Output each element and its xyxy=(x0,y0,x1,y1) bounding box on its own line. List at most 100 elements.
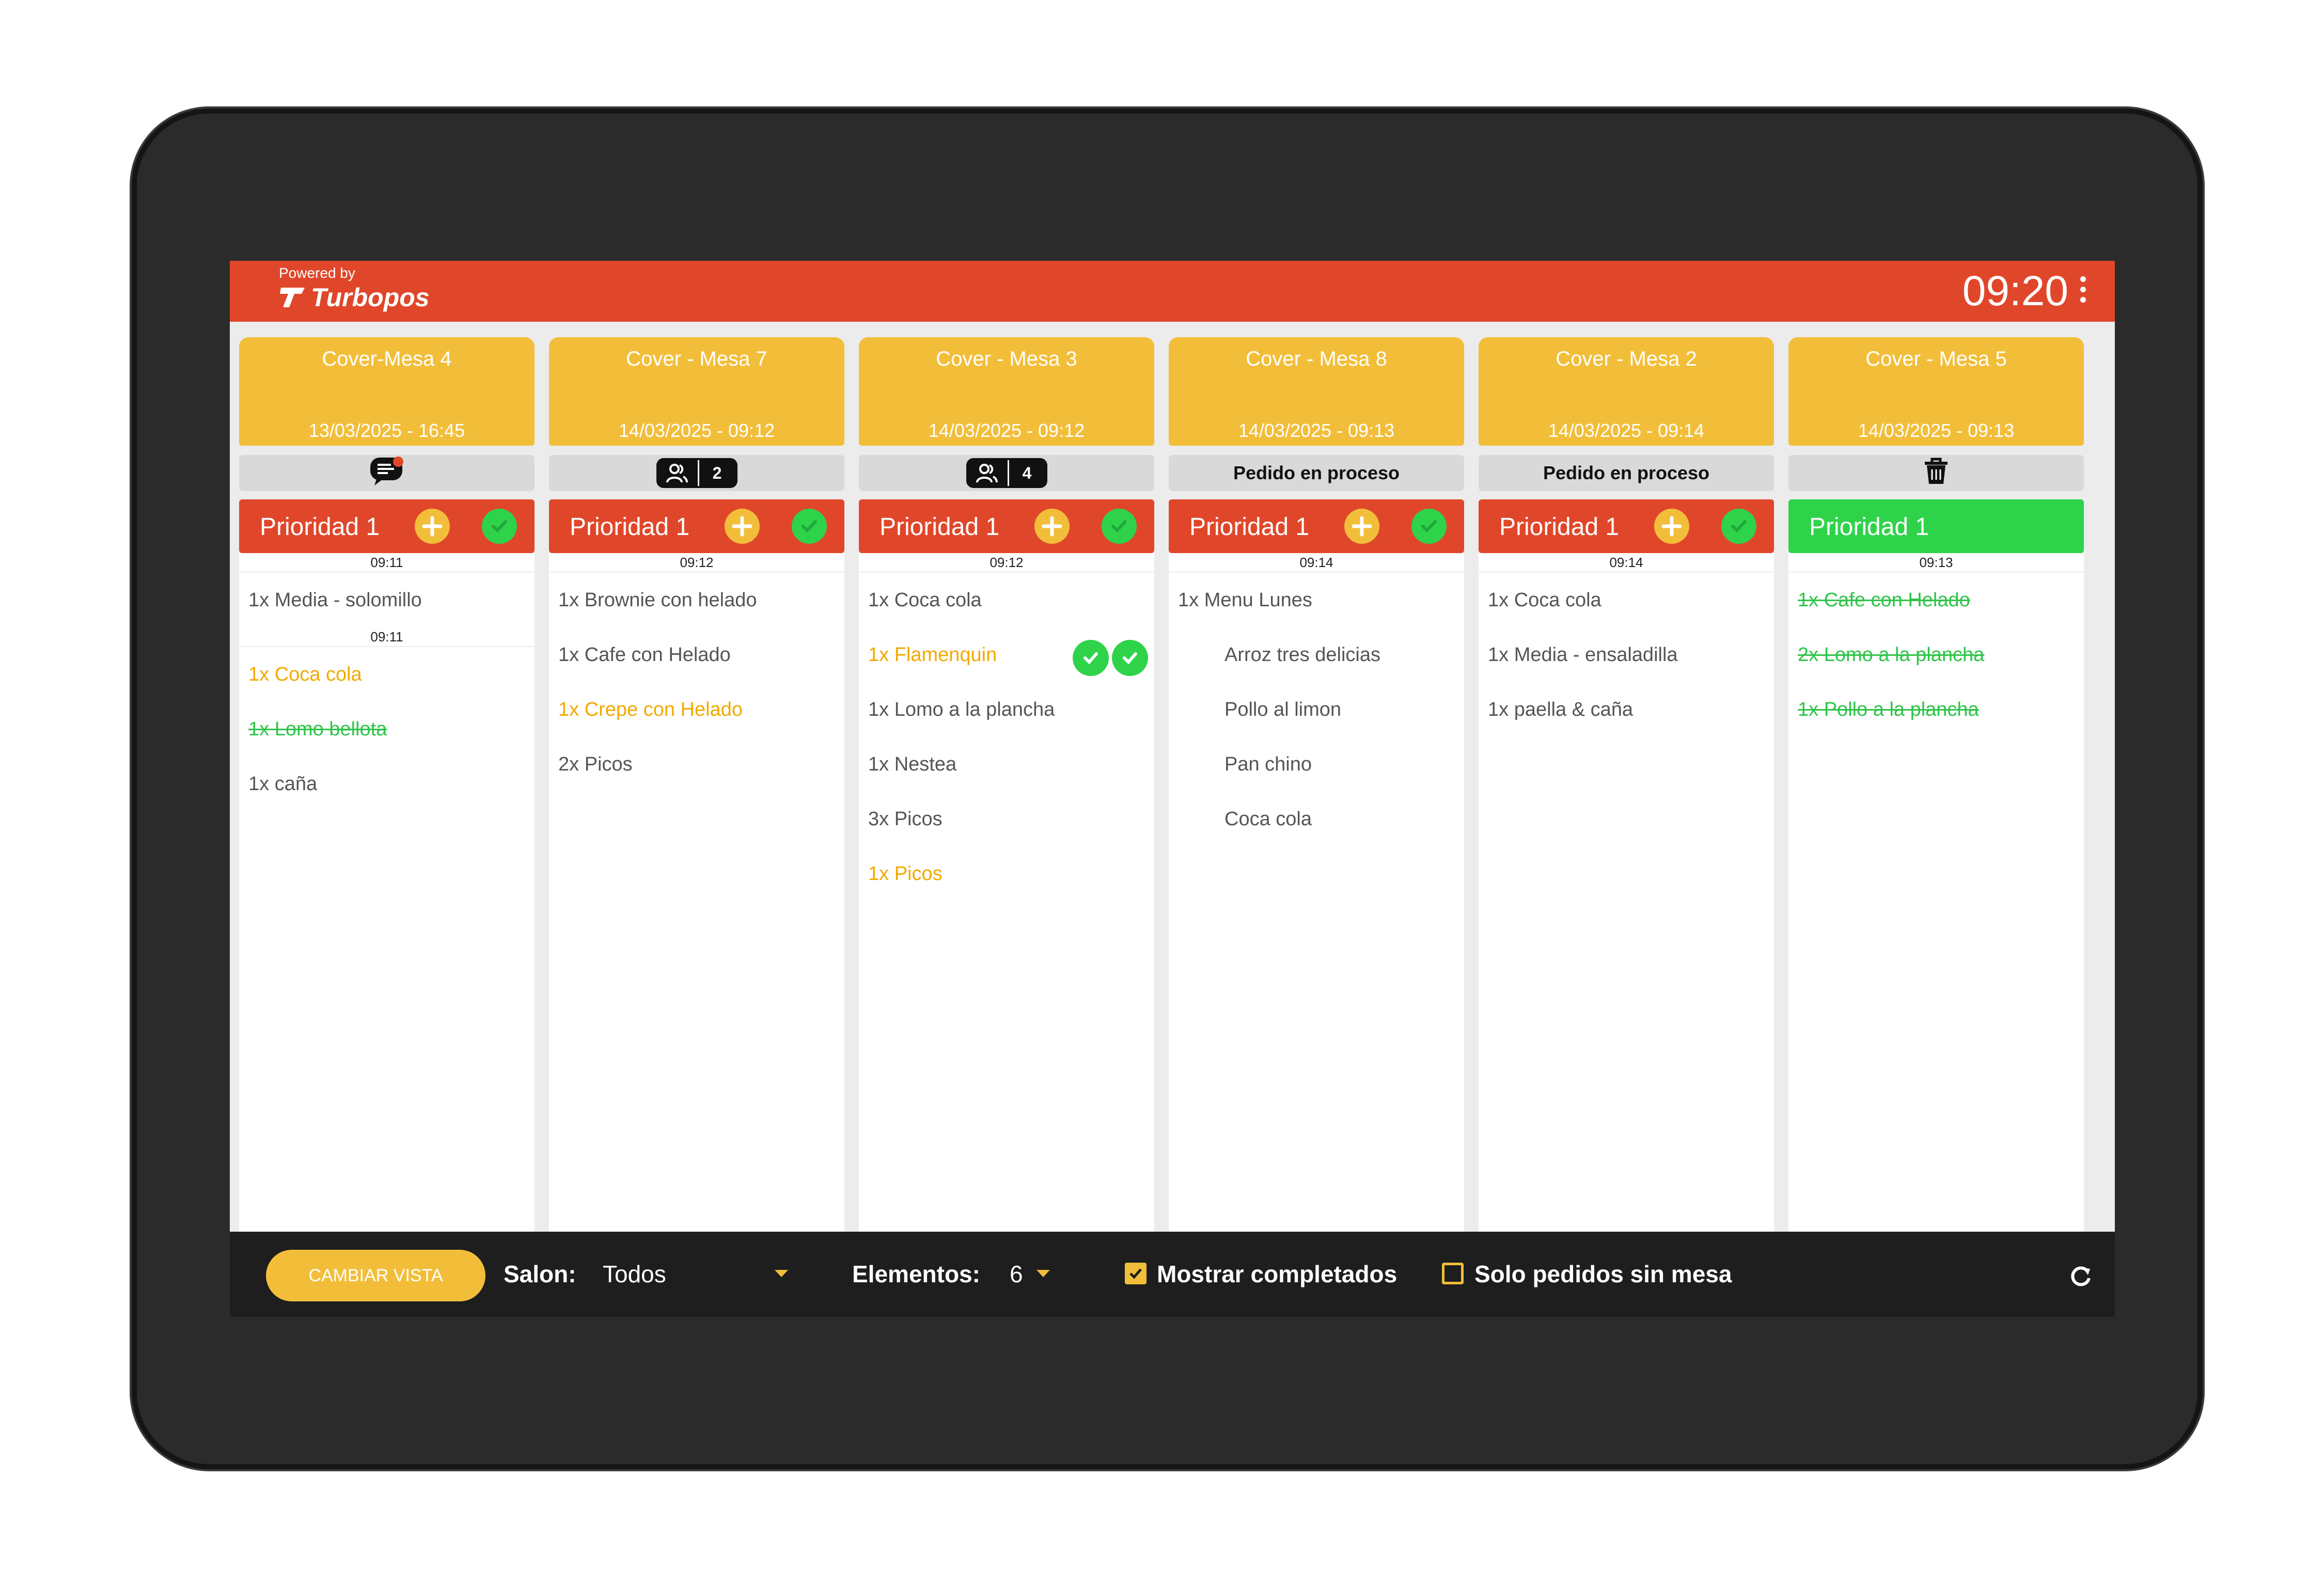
order-item-text: 2x Lomo a la plancha xyxy=(1798,644,1985,666)
add-priority-button[interactable] xyxy=(415,509,450,544)
salon-dropdown-icon[interactable] xyxy=(775,1270,788,1277)
add-priority-button[interactable] xyxy=(725,509,760,544)
add-priority-button[interactable] xyxy=(1654,509,1689,544)
order-item[interactable]: 3x Picos xyxy=(859,792,1154,846)
add-priority-button[interactable] xyxy=(1344,509,1379,544)
people-badge: 2 xyxy=(656,458,737,488)
complete-order-button[interactable] xyxy=(1102,509,1137,544)
order-item[interactable]: 1x Brownie con helado xyxy=(549,573,844,627)
checkmark-icon xyxy=(1129,1268,1142,1279)
order-item[interactable]: 2x Picos xyxy=(549,737,844,792)
salon-label: Salon: xyxy=(504,1261,576,1287)
order-header[interactable]: Cover - Mesa 7 14/03/2025 - 09:12 xyxy=(549,337,844,446)
order-item-text: 1x Coca cola xyxy=(868,589,982,611)
show-completed-checkbox[interactable] xyxy=(1125,1263,1147,1284)
people-icon xyxy=(656,458,698,488)
order-item[interactable]: Pollo al limon xyxy=(1169,682,1464,737)
check-icon[interactable] xyxy=(1112,640,1148,676)
priority-bar: Prioridad 1 xyxy=(1479,499,1774,553)
order-date: 14/03/2025 - 09:13 xyxy=(1858,420,2015,441)
people-badge: 4 xyxy=(966,458,1047,488)
people-icon xyxy=(966,458,1008,488)
order-header[interactable]: Cover-Mesa 4 13/03/2025 - 16:45 xyxy=(239,337,535,446)
order-date: 14/03/2025 - 09:14 xyxy=(1548,420,1705,441)
order-item-text: 1x Coca cola xyxy=(248,664,362,685)
complete-order-button[interactable] xyxy=(792,509,827,544)
show-completed-label: Mostrar completados xyxy=(1157,1261,1397,1287)
order-item[interactable]: 1x Media - ensaladilla xyxy=(1479,627,1774,682)
status-text: Pedido en proceso xyxy=(1543,462,1710,483)
order-item-text: 1x Menu Lunes xyxy=(1178,589,1312,611)
only-no-table-checkbox[interactable] xyxy=(1442,1263,1464,1284)
complete-order-button[interactable] xyxy=(1721,509,1756,544)
message-icon[interactable] xyxy=(368,455,405,491)
trash-icon[interactable] xyxy=(1923,456,1950,491)
priority-bar: Prioridad 1 xyxy=(549,499,844,553)
order-column: Cover-Mesa 4 13/03/2025 - 16:45 Priorida… xyxy=(239,337,535,1237)
order-status-bar xyxy=(1788,455,2084,491)
order-header[interactable]: Cover - Mesa 3 14/03/2025 - 09:12 xyxy=(859,337,1154,446)
elements-dropdown-icon[interactable] xyxy=(1037,1270,1050,1277)
order-item[interactable]: Pan chino xyxy=(1169,737,1464,792)
complete-order-button[interactable] xyxy=(482,509,517,544)
powered-by-label: Powered by xyxy=(279,265,355,281)
order-item[interactable]: 1x Cafe con Helado xyxy=(549,627,844,682)
priority-label: Prioridad 1 xyxy=(260,513,380,541)
order-header[interactable]: Cover - Mesa 2 14/03/2025 - 09:14 xyxy=(1479,337,1774,446)
order-time: 09:12 xyxy=(859,553,1154,573)
order-item[interactable]: 1x Picos xyxy=(859,846,1154,901)
order-item[interactable]: Coca cola xyxy=(1169,792,1464,846)
priority-label: Prioridad 1 xyxy=(880,513,1000,541)
order-item[interactable]: 1x Coca cola xyxy=(859,573,1154,627)
order-column: Cover - Mesa 8 14/03/2025 - 09:13 Pedido… xyxy=(1169,337,1464,1237)
order-items: 09:12 1x Coca cola 1x Flamenquin 1x Lomo a … xyxy=(859,553,1154,1237)
order-item[interactable]: 1x Nestea xyxy=(859,737,1154,792)
people-count: 4 xyxy=(1007,460,1045,486)
status-text: Pedido en proceso xyxy=(1233,462,1400,483)
order-item[interactable]: 1x paella & caña xyxy=(1479,682,1774,737)
order-item[interactable]: 1x Cafe con Helado xyxy=(1788,573,2084,627)
brand-name: Turbopos xyxy=(311,283,430,312)
order-item-text: 1x Pollo a la plancha xyxy=(1798,699,1979,720)
check-icon[interactable] xyxy=(1073,640,1109,676)
order-item[interactable]: Arroz tres delicias xyxy=(1169,627,1464,682)
order-item[interactable]: 1x caña xyxy=(239,757,535,811)
order-item-text: 1x Cafe con Helado xyxy=(558,644,731,666)
order-item[interactable]: 1x Pollo a la plancha xyxy=(1788,682,2084,737)
change-view-button[interactable]: CAMBIAR VISTA xyxy=(266,1250,485,1301)
add-priority-button[interactable] xyxy=(1034,509,1070,544)
order-header[interactable]: Cover - Mesa 5 14/03/2025 - 09:13 xyxy=(1788,337,2084,446)
order-column: Cover - Mesa 2 14/03/2025 - 09:14 Pedido… xyxy=(1479,337,1774,1237)
order-item-text: 1x Lomo a la plancha xyxy=(868,699,1055,720)
complete-order-button[interactable] xyxy=(1411,509,1447,544)
refresh-icon[interactable] xyxy=(2067,1263,2094,1292)
order-status-bar: 2 xyxy=(549,455,844,491)
order-item[interactable]: 1x Lomo bellota xyxy=(239,702,535,757)
order-status-bar xyxy=(239,455,535,491)
item-status-checks[interactable] xyxy=(1073,640,1148,676)
order-item-text: 1x Lomo bellota xyxy=(248,718,387,740)
order-item-text: 1x paella & caña xyxy=(1488,699,1633,720)
more-menu-icon[interactable] xyxy=(2080,276,2086,303)
order-item[interactable]: 1x Media - solomillo xyxy=(239,573,535,627)
order-item[interactable]: 1x Flamenquin xyxy=(859,627,1154,682)
order-table-title: Cover - Mesa 5 xyxy=(1865,348,2007,370)
order-items: 09:11 1x Media - solomillo 09:11 1x Coca co… xyxy=(239,553,535,1237)
order-date: 14/03/2025 - 09:13 xyxy=(1238,420,1395,441)
order-item[interactable]: 1x Menu Lunes xyxy=(1169,573,1464,627)
order-time: 09:12 xyxy=(549,553,844,573)
order-item-text: 1x Brownie con helado xyxy=(558,589,757,611)
order-items: 09:12 1x Brownie con helado 1x Cafe con He… xyxy=(549,553,844,1237)
priority-label: Prioridad 1 xyxy=(1809,513,1929,541)
order-header[interactable]: Cover - Mesa 8 14/03/2025 - 09:13 xyxy=(1169,337,1464,446)
top-bar: Powered by Turbopos 09:20 xyxy=(230,261,2115,322)
priority-bar: Prioridad 1 xyxy=(859,499,1154,553)
order-item[interactable]: 1x Crepe con Helado xyxy=(549,682,844,737)
elements-select[interactable]: 6 xyxy=(1010,1260,1023,1288)
salon-select[interactable]: Todos xyxy=(603,1260,666,1288)
order-item[interactable]: 1x Coca cola xyxy=(1479,573,1774,627)
order-item[interactable]: 2x Lomo a la plancha xyxy=(1788,627,2084,682)
order-item[interactable]: 1x Lomo a la plancha xyxy=(859,682,1154,737)
order-column: Cover - Mesa 5 14/03/2025 - 09:13 Priori… xyxy=(1788,337,2084,1237)
order-item[interactable]: 1x Coca cola xyxy=(239,647,535,702)
